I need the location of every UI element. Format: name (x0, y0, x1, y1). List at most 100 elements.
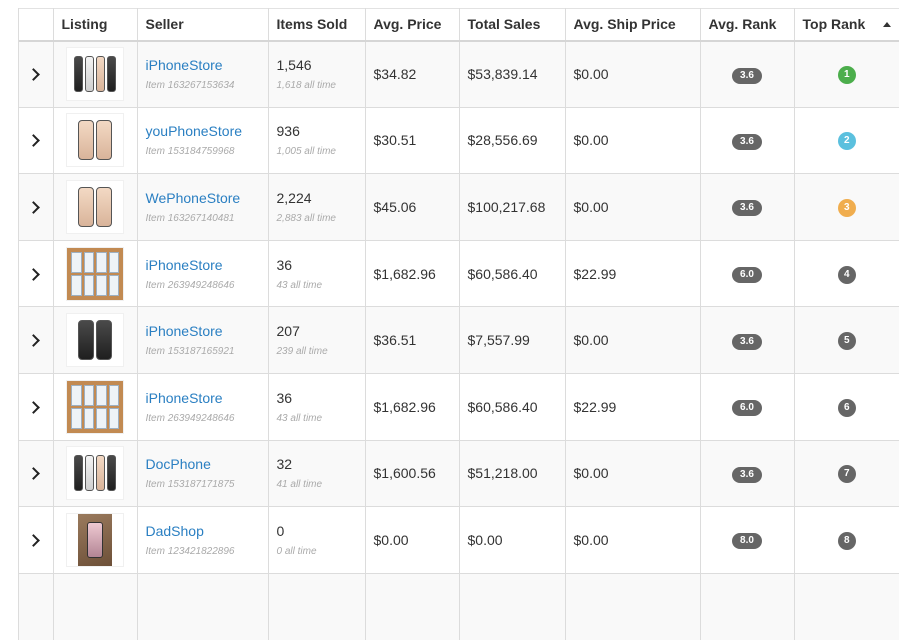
top-rank-cell: 1 (794, 40, 899, 108)
items-sold-cell: 36 43 all time (268, 240, 366, 308)
seller-link[interactable]: iPhoneStore (146, 323, 260, 339)
listing-cell (53, 440, 138, 508)
avg-rank-badge: 3.6 (732, 333, 762, 350)
avg-rank-badge: 8.0 (732, 533, 762, 550)
expand-cell[interactable] (19, 40, 54, 108)
table-row[interactable]: iPhoneStore Item 263949248646 36 43 all tim… (19, 240, 899, 308)
items-sold-all-time: 43 all time (276, 279, 323, 291)
expand-cell[interactable] (19, 107, 54, 175)
expand-cell[interactable] (19, 506, 54, 574)
items-sold-value: 36 (276, 389, 293, 406)
listing-cell (53, 40, 138, 108)
column-header-top-rank-label: Top Rank (802, 16, 866, 33)
expand-cell[interactable] (19, 440, 54, 508)
chevron-right-icon[interactable] (27, 68, 41, 81)
items-sold-cell: 207 239 all time (268, 306, 366, 374)
item-id: Item 163267153634 (145, 80, 235, 92)
column-header-seller[interactable]: Seller (137, 8, 269, 42)
seller-cell: WePhoneStore Item 163267140481 (137, 173, 269, 241)
expand-cell[interactable] (19, 373, 54, 441)
avg-price-cell: $1,600.56 (365, 440, 460, 508)
seller-link[interactable]: iPhoneStore (146, 390, 260, 406)
table-header-row: Listing Seller Items Sold Avg. Price Tot… (19, 8, 899, 42)
top-rank-badge: 8 (837, 531, 856, 550)
top-rank-cell: 4 (794, 240, 899, 308)
listing-thumbnail[interactable] (66, 179, 124, 234)
items-sold-cell: 936 1,005 all time (268, 107, 366, 175)
items-sold-all-time: 43 all time (276, 412, 323, 424)
seller-link[interactable]: youPhoneStore (146, 123, 260, 139)
table-row[interactable]: iPhoneStore Item 153187165921 207 239 all t… (19, 306, 899, 374)
avg-price-cell: $45.06 (365, 173, 460, 241)
avg-rank-cell: 8.0 (700, 506, 795, 574)
items-sold-all-time: 1,005 all time (276, 146, 336, 158)
listing-cell (53, 373, 138, 441)
seller-cell: iPhoneStore Item 263949248646 (137, 240, 269, 308)
table-row[interactable]: youPhoneStore Item 153184759968 936 1,005 a… (19, 107, 899, 175)
column-header-avg-rank[interactable]: Avg. Rank (700, 8, 795, 42)
sort-ascending-icon[interactable] (883, 22, 891, 27)
top-rank-cell: 7 (794, 440, 899, 508)
top-rank-badge: 6 (837, 398, 856, 417)
items-sold-all-time: 1,618 all time (276, 80, 336, 92)
table-row[interactable]: iPhoneStore Item 163267153634 1,546 1,618 a… (19, 40, 899, 108)
top-rank-badge: 3 (837, 198, 856, 217)
total-sales-cell: $0.00 (459, 506, 566, 574)
column-header-avg-price[interactable]: Avg. Price (365, 8, 460, 42)
avg-rank-badge: 3.6 (732, 466, 762, 483)
listing-thumbnail[interactable] (66, 47, 124, 102)
top-rank-cell: 6 (794, 373, 899, 441)
avg-rank-cell: 3.6 (700, 40, 795, 108)
avg-rank-cell: 3.6 (700, 107, 795, 175)
seller-link[interactable]: iPhoneStore (146, 257, 260, 273)
listing-thumbnail[interactable] (66, 113, 124, 168)
listing-cell (53, 107, 138, 175)
chevron-right-icon[interactable] (27, 267, 41, 281)
column-header-items-sold[interactable]: Items Sold (268, 8, 366, 42)
items-sold-all-time: 239 all time (276, 346, 328, 358)
top-rank-badge: 4 (837, 265, 856, 284)
top-rank-cell: 5 (794, 306, 899, 374)
listing-thumbnail[interactable] (66, 446, 124, 501)
listings-table-container: Listing Seller Items Sold Avg. Price Tot… (18, 8, 899, 640)
chevron-right-icon[interactable] (27, 467, 41, 481)
seller-cell: youPhoneStore Item 153184759968 (137, 107, 269, 175)
table-row[interactable]: iPhoneStore Item 263949248646 36 43 all tim… (19, 373, 899, 441)
listing-cell (53, 306, 138, 374)
expand-cell[interactable] (19, 173, 54, 241)
table-row[interactable]: WePhoneStore Item 163267140481 2,224 2,883 … (19, 173, 899, 241)
listing-thumbnail[interactable] (66, 379, 124, 434)
avg-rank-cell: 3.6 (700, 306, 795, 374)
seller-link[interactable]: WePhoneStore (146, 190, 260, 206)
chevron-right-icon[interactable] (27, 334, 41, 348)
listing-thumbnail[interactable] (66, 246, 124, 301)
column-header-total-sales[interactable]: Total Sales (459, 8, 566, 42)
column-header-listing[interactable]: Listing (53, 8, 138, 42)
avg-price-cell: $1,682.96 (365, 240, 460, 308)
listing-cell (53, 506, 138, 574)
seller-cell: DadShop Item 123421822896 (137, 506, 269, 574)
chevron-right-icon[interactable] (27, 534, 41, 547)
expand-cell[interactable] (19, 240, 54, 308)
column-header-top-rank[interactable]: Top Rank (794, 8, 899, 42)
seller-link[interactable]: DocPhone (146, 456, 260, 472)
listing-thumbnail[interactable] (66, 512, 124, 567)
avg-price-cell: $0.00 (365, 506, 460, 574)
expand-cell[interactable] (19, 306, 54, 374)
listing-cell (53, 240, 138, 308)
seller-link[interactable]: DadShop (146, 523, 260, 539)
seller-link[interactable]: iPhoneStore (146, 57, 260, 73)
table-row[interactable]: DadShop Item 123421822896 0 0 all time $0.00… (19, 506, 899, 574)
listing-cell (53, 173, 138, 241)
column-header-expand (19, 8, 54, 42)
avg-rank-cell: 6.0 (700, 373, 795, 441)
listing-thumbnail[interactable] (66, 313, 124, 368)
chevron-right-icon[interactable] (27, 201, 41, 214)
total-sales-cell: $7,557.99 (459, 306, 566, 374)
chevron-right-icon[interactable] (27, 134, 41, 148)
chevron-right-icon[interactable] (27, 400, 41, 414)
items-sold-all-time: 41 all time (276, 479, 323, 491)
item-id: Item 153187165921 (145, 346, 235, 358)
table-row[interactable]: DocPhone Item 153187171875 32 41 all time $1… (19, 440, 899, 508)
column-header-avg-ship-price[interactable]: Avg. Ship Price (565, 8, 701, 42)
